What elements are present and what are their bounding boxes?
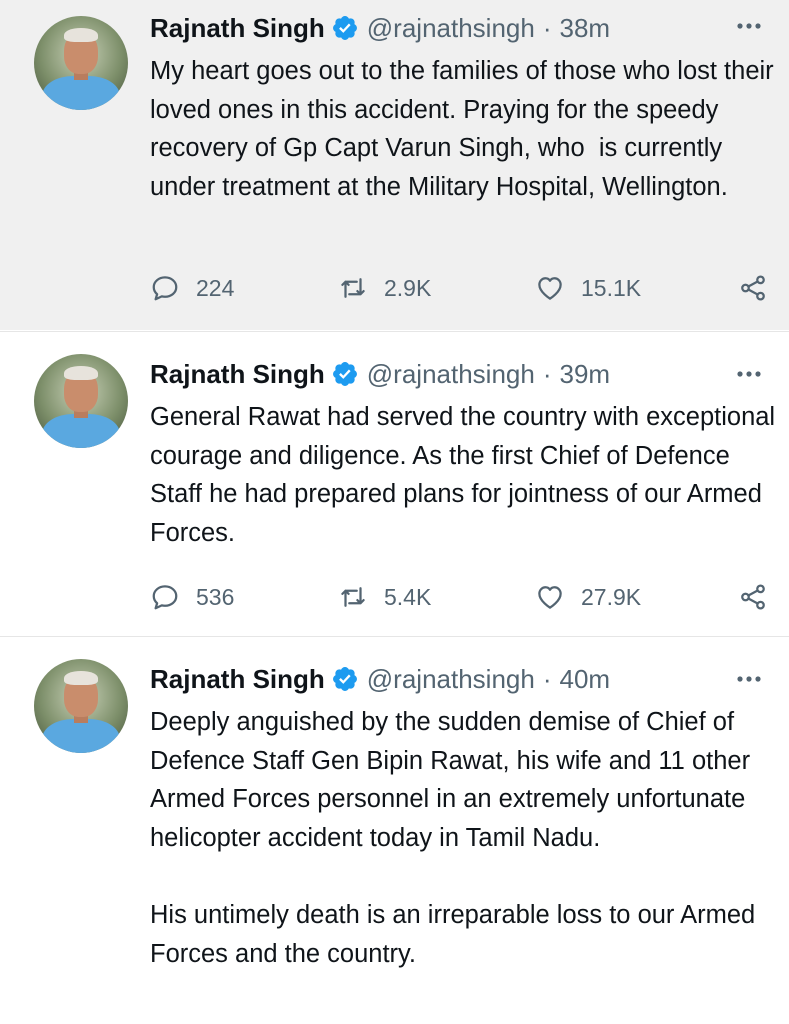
tweet-3[interactable]: Rajnath Singh @rajnathsingh · 40m Deeply… — [0, 636, 789, 1024]
reply-icon — [152, 276, 178, 301]
like-icon — [538, 277, 562, 300]
retweet-icon — [341, 587, 365, 607]
tweet-2[interactable]: Rajnath Singh @rajnathsingh · 39m Genera… — [0, 331, 789, 635]
share-button[interactable] — [738, 577, 784, 617]
separator: · — [542, 663, 552, 694]
author-name[interactable]: Rajnath Singh — [150, 13, 325, 44]
more-options-icon[interactable] — [731, 14, 767, 38]
tweet-header: Rajnath Singh @rajnathsingh · 40m — [150, 661, 610, 697]
tweet-text: Deeply anguished by the sudden demise of… — [150, 708, 756, 968]
share-icon — [741, 275, 765, 301]
avatar[interactable] — [34, 659, 128, 753]
like-button[interactable]: 15.1K — [535, 268, 641, 308]
tweet-text: General Rawat had served the country wit… — [150, 403, 783, 547]
author-handle[interactable]: @rajnathsingh — [367, 664, 535, 695]
action-bar: 224 2.9K 15.1K — [150, 268, 770, 308]
reply-count: 536 — [196, 583, 235, 610]
avatar[interactable] — [34, 16, 128, 110]
timestamp[interactable]: 39m — [560, 359, 611, 390]
avatar[interactable] — [34, 354, 128, 448]
reply-button[interactable]: 224 — [150, 268, 234, 308]
reply-count: 224 — [196, 274, 235, 301]
tweet-header: Rajnath Singh @rajnathsingh · 39m — [150, 356, 610, 392]
action-bar: 536 5.4K 27.9K — [150, 577, 770, 617]
author-handle[interactable]: @rajnathsingh — [367, 359, 535, 390]
retweet-button[interactable]: 5.4K — [338, 577, 431, 617]
verified-badge-icon — [332, 667, 357, 691]
author-handle[interactable]: @rajnathsingh — [367, 13, 535, 44]
reply-icon — [152, 585, 178, 610]
like-count: 15.1K — [581, 274, 642, 301]
tweet-header: Rajnath Singh @rajnathsingh · 38m — [150, 10, 610, 46]
retweet-icon — [341, 278, 365, 298]
retweet-count: 5.4K — [384, 583, 432, 610]
retweet-button[interactable]: 2.9K — [338, 268, 431, 308]
like-count: 27.9K — [581, 583, 642, 610]
verified-badge-icon — [332, 16, 357, 40]
tweet-1[interactable]: Rajnath Singh @rajnathsingh · 38m My hea… — [0, 0, 789, 330]
retweet-count: 2.9K — [384, 274, 432, 301]
more-options-icon[interactable] — [731, 667, 767, 691]
timestamp[interactable]: 40m — [560, 664, 611, 695]
like-button[interactable]: 27.9K — [535, 577, 641, 617]
author-name[interactable]: Rajnath Singh — [150, 664, 325, 695]
separator: · — [542, 12, 552, 43]
author-name[interactable]: Rajnath Singh — [150, 359, 325, 390]
reply-button[interactable]: 536 — [150, 577, 234, 617]
verified-badge-icon — [332, 362, 357, 386]
share-button[interactable] — [738, 268, 784, 308]
timestamp[interactable]: 38m — [560, 13, 611, 44]
separator: · — [542, 358, 552, 389]
more-options-icon[interactable] — [731, 362, 767, 386]
share-icon — [741, 584, 765, 610]
tweet-text: My heart goes out to the families of tho… — [150, 57, 781, 201]
like-icon — [538, 586, 562, 609]
